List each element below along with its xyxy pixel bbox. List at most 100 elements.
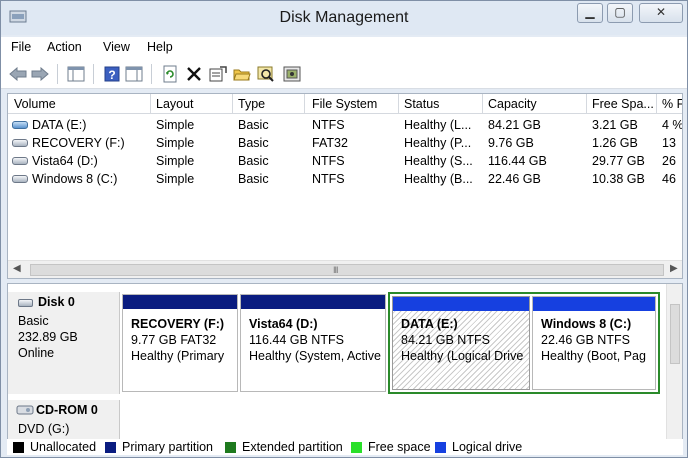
legend-swatch [351,441,362,453]
volume-icon [12,157,28,165]
delete-icon[interactable] [185,65,203,83]
column-divider[interactable] [150,94,151,114]
partition-recovery[interactable]: RECOVERY (F:) 9.77 GB FAT32 Healthy (Pri… [122,294,238,392]
cdrom-name: CD-ROM 0 [36,403,98,417]
legend-label: Logical drive [452,440,523,454]
volume-row[interactable]: DATA (E:) Simple Basic NTFS Healthy (L..… [8,116,682,134]
menu-help[interactable]: Help [147,40,173,54]
disk-graphical-view: Disk 0 Basic 232.89 GB Online RECOVERY (… [7,283,683,441]
volume-name: DATA (E:) [32,118,87,132]
show-hide-console-tree-icon[interactable] [67,65,85,83]
partition-status: Healthy (Boot, Pag [541,349,646,363]
volume-free-space: 1.26 GB [592,136,638,150]
partition-data-e[interactable]: DATA (E:) 84.21 GB NTFS Healthy (Logical… [392,296,530,390]
cdrom-0-info[interactable]: CD-ROM 0 DVD (G:) [8,400,120,440]
toolbar-separator [57,64,58,84]
volume-file-system: NTFS [312,172,345,186]
column-divider[interactable] [656,94,657,114]
column-header-capacity[interactable]: Capacity [488,97,537,111]
partition-size-fs: 84.21 GB NTFS [401,333,490,347]
open-icon[interactable] [233,65,251,83]
partition-bar [533,297,655,311]
volume-status: Healthy (P... [404,136,472,150]
legend-swatch [13,441,24,453]
volume-free-space: 3.21 GB [592,118,638,132]
refresh-icon[interactable] [161,65,179,83]
toolbar: ? [1,59,687,89]
minimize-button[interactable]: ▁ [577,3,603,23]
scroll-right-arrow-icon[interactable]: ▶ [670,263,678,274]
volume-capacity: 116.44 GB [488,154,547,168]
scrollbar-grip: III [333,265,338,275]
scrollbar-thumb[interactable]: III [30,264,664,276]
column-divider[interactable] [586,94,587,114]
column-header-row: Volume Layout Type File System Status Ca… [8,94,682,114]
legend-label: Primary partition [122,440,213,454]
disk-name: Disk 0 [38,295,75,309]
column-divider[interactable] [482,94,483,114]
menu-action[interactable]: Action [47,40,82,54]
vertical-scrollbar[interactable] [666,284,682,440]
partition-name: Vista64 (D:) [249,317,318,331]
cd-drive-icon [16,405,34,415]
volume-row[interactable]: RECOVERY (F:) Simple Basic FAT32 Healthy… [8,134,682,152]
help-icon[interactable]: ? [103,65,121,83]
partition-size-fs: 9.77 GB FAT32 [131,333,217,347]
column-header-type[interactable]: Type [238,97,265,111]
explore-icon[interactable] [257,65,275,83]
menu-file[interactable]: File [11,40,31,54]
partition-vista64[interactable]: Vista64 (D:) 116.44 GB NTFS Healthy (Sys… [240,294,386,392]
forward-arrow-icon[interactable] [31,65,49,83]
volume-type: Basic [238,118,269,132]
menu-view[interactable]: View [103,40,130,54]
horizontal-scrollbar[interactable]: ◀ III ▶ [8,260,682,278]
partition-bar [123,295,237,309]
volume-status: Healthy (L... [404,118,472,132]
column-header-file-system[interactable]: File System [312,97,377,111]
partition-status: Healthy (Logical Drive [401,349,524,363]
volume-row[interactable]: Vista64 (D:) Simple Basic NTFS Healthy (… [8,152,682,170]
volume-type: Basic [238,154,269,168]
column-header-volume[interactable]: Volume [14,97,56,111]
column-divider[interactable] [398,94,399,114]
volume-free-space: 10.38 GB [592,172,645,186]
volume-list[interactable]: Volume Layout Type File System Status Ca… [7,93,683,279]
title-bar[interactable]: Disk Management ▁ ▢ ✕ [1,1,687,35]
legend-label: Unallocated [30,440,97,454]
column-header-status[interactable]: Status [404,97,439,111]
partition-status: Healthy (System, Active [249,349,381,363]
column-header-layout[interactable]: Layout [156,97,194,111]
legend: Unallocated Primary partition Extended p… [7,439,683,455]
partition-size-fs: 22.46 GB NTFS [541,333,630,347]
partition-windows-8-c[interactable]: Windows 8 (C:) 22.46 GB NTFS Healthy (Bo… [532,296,656,390]
legend-item: Primary partition [105,440,213,454]
disk-type: Basic [18,314,49,328]
maximize-button[interactable]: ▢ [607,3,633,23]
volume-capacity: 22.46 GB [488,172,541,186]
back-arrow-icon[interactable] [9,65,27,83]
scrollbar-thumb[interactable] [670,304,680,364]
legend-label: Extended partition [242,440,343,454]
svg-text:?: ? [108,68,115,82]
column-header-free-space[interactable]: Free Spa... [592,97,654,111]
properties-icon[interactable] [209,65,227,83]
scroll-left-arrow-icon[interactable]: ◀ [13,263,21,274]
partition-name: Windows 8 (C:) [541,317,632,331]
volume-status: Healthy (B... [404,172,473,186]
volume-type: Basic [238,136,269,150]
column-divider[interactable] [304,94,305,114]
volume-layout: Simple [156,172,195,186]
volume-name: RECOVERY (F:) [32,136,125,150]
volume-layout: Simple [156,136,195,150]
volume-row[interactable]: Windows 8 (C:) Simple Basic NTFS Healthy… [8,170,682,188]
minimize-icon: ▁ [585,5,595,19]
legend-item: Logical drive [435,440,522,454]
close-button[interactable]: ✕ [639,3,683,23]
disk-state: Online [18,346,55,360]
column-divider[interactable] [232,94,233,114]
rescan-disks-icon[interactable] [283,65,301,83]
disk-0-info[interactable]: Disk 0 Basic 232.89 GB Online [8,292,120,394]
column-header-percent-free[interactable]: % F [662,97,682,111]
show-hide-action-pane-icon[interactable] [125,65,143,83]
volume-icon [12,121,28,129]
